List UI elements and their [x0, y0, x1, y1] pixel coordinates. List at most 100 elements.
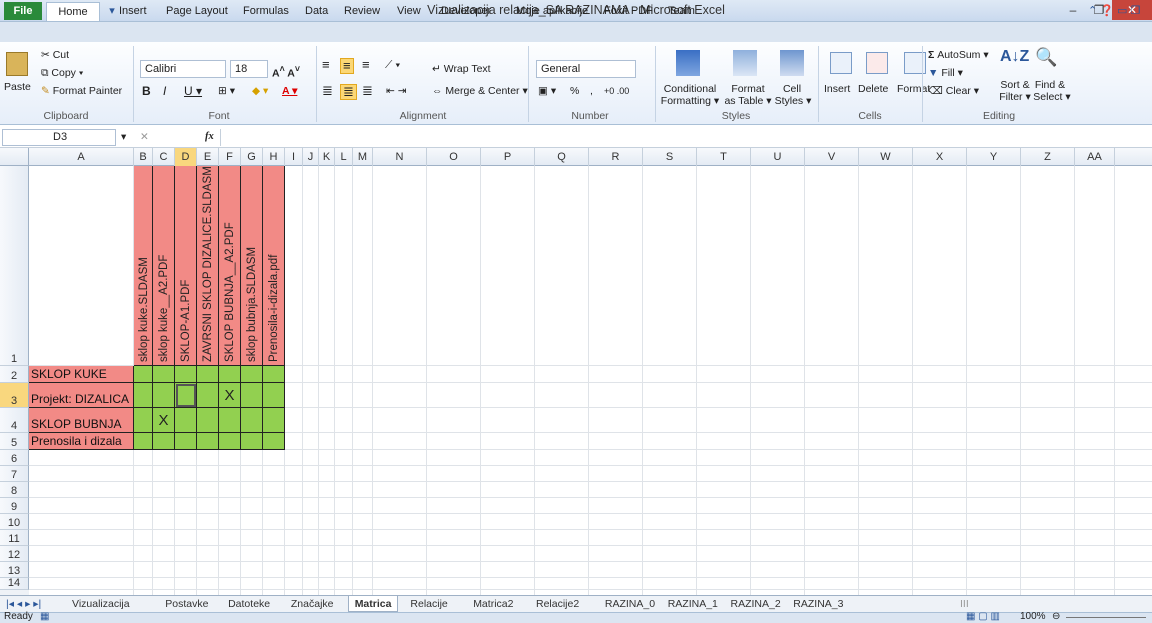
- ribbon-controls-icon[interactable]: ⌃ ❓ ▭ ❐: [1080, 2, 1148, 20]
- name-box[interactable]: D3: [2, 129, 116, 146]
- column-header-p[interactable]: P: [481, 148, 535, 166]
- row-label-prenosila[interactable]: Prenosila i dizala: [29, 433, 134, 450]
- column-header-t[interactable]: T: [697, 148, 751, 166]
- sheet-tab[interactable]: Značajke: [285, 596, 340, 612]
- header-cell[interactable]: sklop kuke__A2.PDF: [153, 166, 175, 366]
- sheet-tab[interactable]: RAZINA_1: [662, 596, 724, 612]
- tab-review[interactable]: Review: [336, 2, 388, 20]
- row-header-2[interactable]: 2: [0, 366, 29, 383]
- header-cell[interactable]: SKLOP-A1.PDF: [175, 166, 197, 366]
- column-header-aa[interactable]: AA: [1075, 148, 1115, 166]
- insert-cells-icon[interactable]: [830, 52, 852, 74]
- matrix-cell[interactable]: [263, 408, 285, 433]
- row-header-8[interactable]: 8: [0, 482, 29, 498]
- fill-color-icon[interactable]: ◆ ▾: [252, 84, 268, 98]
- tab-data[interactable]: Data: [297, 2, 336, 20]
- header-cell[interactable]: sklop bubnja.SLDASM: [241, 166, 263, 366]
- matrix-cell[interactable]: [175, 408, 197, 433]
- column-header-m[interactable]: M: [353, 148, 373, 166]
- copy-button[interactable]: ⧉ Copy ▾: [41, 66, 83, 80]
- align-middle-icon[interactable]: ≡: [340, 58, 354, 74]
- row-header-5[interactable]: 5: [0, 433, 29, 450]
- tab-page-layout[interactable]: Page Layout: [158, 2, 236, 20]
- matrix-cell[interactable]: [134, 383, 153, 408]
- sheet-tab[interactable]: RAZINA_0: [599, 596, 661, 612]
- row-header-12[interactable]: 12: [0, 546, 29, 562]
- row-header-13[interactable]: 13: [0, 562, 29, 578]
- conditional-formatting-icon[interactable]: [676, 50, 700, 76]
- bold-button[interactable]: B: [142, 84, 151, 98]
- macro-record-icon[interactable]: ▦: [40, 611, 49, 623]
- tab-developer[interactable]: Developer: [433, 2, 499, 20]
- column-header-j[interactable]: J: [303, 148, 319, 166]
- format-as-table-label2[interactable]: as Table ▾: [722, 94, 774, 108]
- matrix-cell[interactable]: [134, 433, 153, 450]
- matrix-cell[interactable]: [175, 366, 197, 383]
- align-center-icon[interactable]: ≣: [340, 84, 357, 100]
- wrap-text-button[interactable]: ↵ Wrap Text: [432, 62, 491, 76]
- sheet-tab[interactable]: Matrica: [347, 596, 399, 612]
- column-header-w[interactable]: W: [859, 148, 913, 166]
- font-color-icon[interactable]: A ▾: [282, 84, 297, 98]
- align-bottom-icon[interactable]: ≡: [362, 58, 370, 72]
- column-header-u[interactable]: U: [751, 148, 805, 166]
- row-header-6[interactable]: 6: [0, 450, 29, 466]
- comma-button[interactable]: ,: [590, 84, 593, 98]
- grow-font-icon[interactable]: A˄ A˅: [272, 62, 300, 81]
- matrix-cell[interactable]: [241, 433, 263, 450]
- paste-icon[interactable]: [6, 52, 28, 76]
- matrix-cell[interactable]: [219, 433, 241, 450]
- column-header-o[interactable]: O: [427, 148, 481, 166]
- autosum-button[interactable]: Σ AutoSum ▾: [928, 48, 989, 62]
- matrix-cell[interactable]: [197, 366, 219, 383]
- merge-center-button[interactable]: ⇔ Merge & Center ▾: [432, 84, 528, 98]
- matrix-cell[interactable]: [153, 383, 175, 408]
- column-header-z[interactable]: Z: [1021, 148, 1075, 166]
- column-header-a[interactable]: A: [29, 148, 134, 166]
- row-label-projekt[interactable]: Projekt: DIZALICA: [29, 383, 134, 408]
- fill-button[interactable]: ▼ Fill ▾: [928, 66, 963, 80]
- matrix-cell[interactable]: [175, 433, 197, 450]
- cell-styles-label2[interactable]: Styles ▾: [772, 94, 814, 108]
- matrix-cell[interactable]: [263, 366, 285, 383]
- header-cell[interactable]: sklop kuke.SLDASM: [134, 166, 153, 366]
- sheet-tab[interactable]: Vizualizacija: [66, 596, 136, 612]
- view-buttons-icon[interactable]: ▦ ▢ ▥: [966, 611, 1000, 623]
- matrix-cell[interactable]: [263, 383, 285, 408]
- zoom-slider[interactable]: [1066, 617, 1146, 618]
- zoom-level[interactable]: 100%: [1020, 611, 1046, 623]
- italic-button[interactable]: I: [163, 84, 166, 98]
- clear-button[interactable]: ⌫ Clear ▾: [928, 84, 979, 98]
- row-header-1[interactable]: 1: [0, 166, 29, 366]
- column-header-q[interactable]: Q: [535, 148, 589, 166]
- header-cell[interactable]: Prenosila-i-dizala.pdf: [263, 166, 285, 366]
- cancel-formula-icon[interactable]: ✕: [140, 130, 149, 144]
- indent-icon[interactable]: ⇤ ⇥: [386, 84, 407, 98]
- conditional-formatting-label2[interactable]: Formatting ▾: [660, 94, 720, 108]
- matrix-cell[interactable]: [219, 408, 241, 433]
- column-header-v[interactable]: V: [805, 148, 859, 166]
- sheet-tab[interactable]: RAZINA_3: [787, 596, 849, 612]
- header-cell[interactable]: ZAVRSNI SKLOP DIZALICE.SLDASM: [197, 166, 219, 366]
- column-header-s[interactable]: S: [643, 148, 697, 166]
- row-header-10[interactable]: 10: [0, 514, 29, 530]
- matrix-cell[interactable]: [263, 433, 285, 450]
- sheet-nav-icon[interactable]: |◂ ◂ ▸ ▸|: [6, 596, 41, 612]
- tab-team[interactable]: Team: [660, 2, 703, 20]
- column-header-l[interactable]: L: [335, 148, 353, 166]
- tab-file[interactable]: File: [4, 2, 42, 20]
- percent-button[interactable]: %: [570, 84, 579, 98]
- chevron-down-icon[interactable]: ▾: [121, 130, 126, 144]
- cut-button[interactable]: ✂ Cut: [41, 48, 69, 62]
- matrix-cell[interactable]: [241, 383, 263, 408]
- row-header-9[interactable]: 9: [0, 498, 29, 514]
- matrix-cell[interactable]: [134, 408, 153, 433]
- number-format-select[interactable]: General: [536, 60, 636, 78]
- tab-view[interactable]: View: [389, 2, 429, 20]
- matrix-cell[interactable]: X: [153, 408, 175, 433]
- font-name-select[interactable]: Calibri: [140, 60, 226, 78]
- column-header-r[interactable]: R: [589, 148, 643, 166]
- formula-input[interactable]: [220, 129, 1150, 146]
- sort-filter-icon[interactable]: A↓Z: [1000, 49, 1029, 65]
- tab-formulas[interactable]: Formulas: [235, 2, 297, 20]
